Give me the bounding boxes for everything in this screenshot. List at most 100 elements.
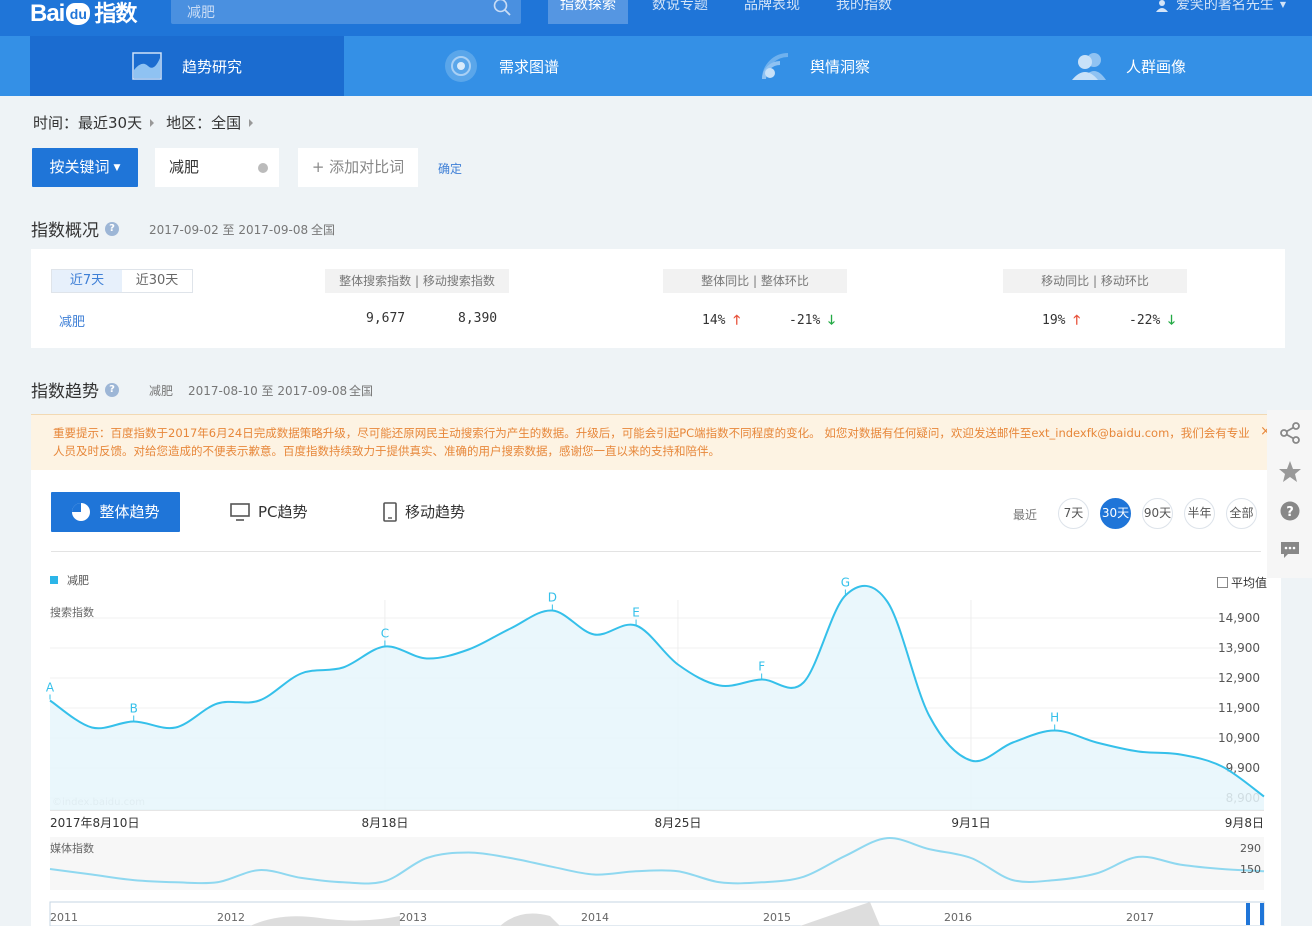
legend-label: 减肥 bbox=[67, 574, 89, 587]
overall-yoy-value: 14% bbox=[702, 313, 726, 328]
sub-nav: 趋势研究 需求图谱 舆情洞察 人群画像 bbox=[0, 36, 1312, 96]
mobile-yoy: 19% 🡑 bbox=[1042, 311, 1080, 333]
nav-brand-performance[interactable]: 品牌表现 bbox=[744, 0, 800, 24]
right-tool-bar: ? bbox=[1267, 410, 1312, 578]
user-name: 爱笑的著名先生 bbox=[1175, 0, 1274, 13]
logo-paw-icon: du bbox=[66, 3, 91, 25]
mobile-mom: -22% 🡓 bbox=[1129, 311, 1175, 333]
keyword-mode-button[interactable]: 按关键词 ▼ bbox=[32, 148, 138, 187]
average-checkbox[interactable] bbox=[1216, 577, 1228, 588]
range-90-days[interactable]: 90天 bbox=[1142, 498, 1173, 529]
overview-keyword-link[interactable]: 减肥 bbox=[59, 311, 85, 330]
recent-label: 最近 bbox=[1013, 508, 1038, 522]
mobile-yoy-value: 19% bbox=[1042, 313, 1066, 328]
region-filter[interactable]: 地区：全国 bbox=[166, 112, 241, 133]
pie-chart-icon bbox=[72, 503, 91, 521]
overview-range-tabs: 近7天 近30天 bbox=[51, 269, 193, 293]
trend-title-text: 指数趋势 bbox=[31, 382, 99, 402]
tab-mobile-trend-label: 移动趋势 bbox=[405, 503, 466, 521]
monitor-icon bbox=[230, 503, 250, 521]
tab-demand-map-label: 需求图谱 bbox=[498, 57, 559, 76]
range-30-days[interactable]: 30天 bbox=[1100, 498, 1131, 529]
tab-7-days[interactable]: 近7天 bbox=[52, 270, 122, 292]
top-bar: Baidu指数 指数探索 数说专题 品牌表现 我的指数 爱笑的著名先生 ▼ bbox=[0, 0, 1312, 36]
overview-date-range: 2017-09-02 至 2017-09-08 bbox=[149, 223, 309, 237]
overview-header-mobile: 移动同比 | 移动环比 bbox=[1003, 269, 1187, 293]
chevron-down-icon: ▼ bbox=[1279, 0, 1286, 9]
confirm-link[interactable]: 确定 bbox=[438, 160, 462, 177]
range-half-year[interactable]: 半年 bbox=[1184, 498, 1215, 529]
tab-sentiment-insight-label: 舆情洞察 bbox=[809, 57, 870, 76]
average-toggle[interactable]: 平均值 bbox=[1216, 574, 1267, 591]
star-icon[interactable] bbox=[1278, 460, 1302, 484]
add-compare-button[interactable]: + 添加对比词 bbox=[298, 148, 418, 187]
tab-audience-profile-label: 人群画像 bbox=[1125, 57, 1186, 76]
overview-title-text: 指数概况 bbox=[31, 221, 99, 241]
mobile-mom-value: -22% bbox=[1129, 313, 1161, 328]
range-all[interactable]: 全部 bbox=[1226, 498, 1257, 529]
overview-panel: 近7天 近30天 整体搜索指数 | 移动搜索指数 整体同比 | 整体环比 移动同… bbox=[31, 249, 1285, 348]
overall-yoy: 14% 🡑 bbox=[702, 311, 740, 333]
top-nav: 指数探索 数说专题 品牌表现 我的指数 bbox=[548, 0, 928, 24]
share-icon[interactable] bbox=[1278, 421, 1302, 445]
tab-audience-profile[interactable]: 人群画像 bbox=[972, 36, 1286, 96]
tab-mobile-trend[interactable]: 移动趋势 bbox=[383, 492, 465, 532]
logo-latin: Bai bbox=[30, 0, 65, 27]
logo-cn: 指数 bbox=[94, 1, 137, 26]
search-icon[interactable] bbox=[493, 0, 511, 16]
arrow-down-icon: 🡓 bbox=[828, 313, 835, 328]
tab-overall-trend[interactable]: 整体趋势 bbox=[51, 492, 180, 532]
time-filter[interactable]: 时间：最近30天 bbox=[33, 112, 142, 133]
search-input[interactable] bbox=[171, 0, 481, 24]
tab-pc-trend[interactable]: PC趋势 bbox=[230, 492, 308, 532]
caret-down-icon: ▼ bbox=[113, 163, 121, 173]
trend-date-range: 2017-08-10 至 2017-09-08 bbox=[188, 384, 348, 398]
feedback-icon[interactable] bbox=[1278, 538, 1302, 562]
tab-pc-trend-label: PC趋势 bbox=[258, 503, 308, 521]
keyword-mode-label: 按关键词 bbox=[49, 158, 110, 176]
demand-map-icon bbox=[444, 50, 477, 82]
nav-data-topics[interactable]: 数说专题 bbox=[652, 0, 708, 24]
nav-my-index[interactable]: 我的指数 bbox=[836, 0, 892, 24]
filter-bar: 时间：最近30天 地区：全国 bbox=[33, 112, 265, 133]
help-circle-icon[interactable]: ? bbox=[1278, 499, 1302, 523]
overview-header-overall: 整体同比 | 整体环比 bbox=[663, 269, 847, 293]
tab-demand-map[interactable]: 需求图谱 bbox=[344, 36, 658, 96]
help-icon[interactable]: ? bbox=[105, 382, 119, 397]
arrow-up-icon: 🡑 bbox=[1073, 313, 1081, 328]
keyword-value: 减肥 bbox=[169, 158, 200, 176]
tab-30-days[interactable]: 近30天 bbox=[122, 270, 192, 292]
caret-right-icon bbox=[150, 118, 155, 127]
people-icon bbox=[1071, 53, 1106, 80]
chart-legend[interactable]: 减肥 bbox=[50, 572, 89, 588]
mobile-index-value: 8,390 bbox=[458, 311, 498, 326]
clear-icon[interactable] bbox=[258, 163, 268, 173]
nav-index-explore[interactable]: 指数探索 bbox=[548, 0, 628, 24]
arrow-down-icon: 🡓 bbox=[1168, 313, 1175, 328]
tab-trend-research-label: 趋势研究 bbox=[181, 57, 242, 76]
keyword-field[interactable]: 减肥 bbox=[155, 148, 279, 187]
trend-panel: 整体趋势 PC趋势 移动趋势 最近 7天 30天 90天 半年 全部 减肥 平均… bbox=[31, 470, 1281, 926]
tab-sentiment-insight[interactable]: 舆情洞察 bbox=[658, 36, 972, 96]
overview-header-search: 整体搜索指数 | 移动搜索指数 bbox=[325, 269, 509, 293]
legend-swatch bbox=[50, 576, 58, 584]
trend-region: 全国 bbox=[349, 384, 374, 398]
overall-index-value: 9,677 bbox=[366, 311, 406, 326]
mobile-phone-icon bbox=[383, 502, 397, 522]
user-menu[interactable]: 爱笑的著名先生 ▼ bbox=[1155, 0, 1286, 14]
help-icon[interactable]: ? bbox=[105, 221, 119, 236]
overall-mom-value: -21% bbox=[789, 313, 821, 328]
overview-title: 指数概况? bbox=[31, 216, 119, 241]
trend-title: 指数趋势? bbox=[31, 377, 119, 402]
overview-region: 全国 bbox=[311, 223, 336, 237]
user-icon bbox=[1155, 0, 1168, 12]
range-7-days[interactable]: 7天 bbox=[1058, 498, 1089, 529]
overall-mom: -21% 🡓 bbox=[789, 311, 835, 333]
tab-overall-trend-label: 整体趋势 bbox=[99, 503, 160, 521]
average-label: 平均值 bbox=[1230, 576, 1267, 590]
caret-right-icon bbox=[249, 118, 254, 127]
tab-trend-research[interactable]: 趋势研究 bbox=[30, 36, 344, 96]
svg-text:?: ? bbox=[1286, 505, 1294, 520]
baidu-index-logo[interactable]: Bai du 指数 bbox=[30, 0, 137, 29]
trend-chart-icon bbox=[132, 52, 162, 80]
